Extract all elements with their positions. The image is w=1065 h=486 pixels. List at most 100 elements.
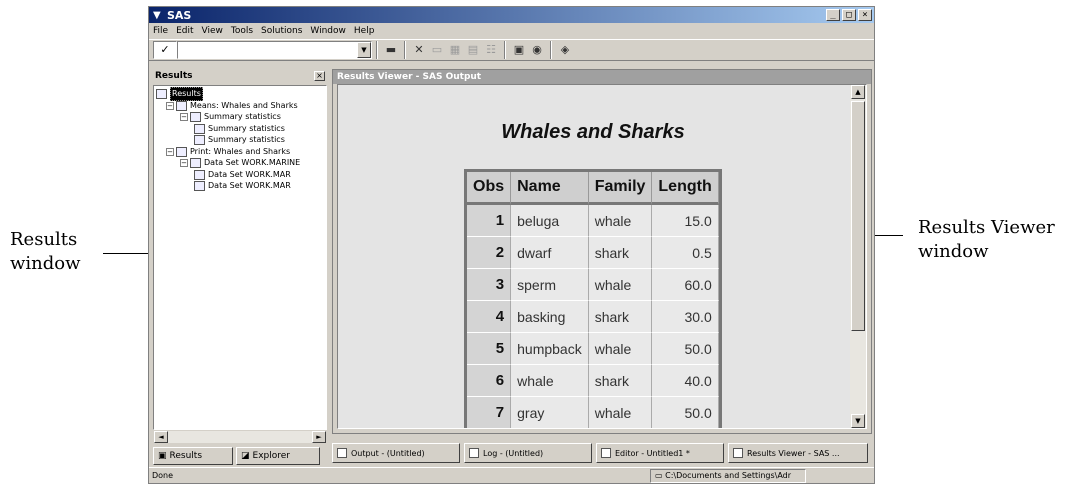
- menu-item-tools[interactable]: Tools: [231, 26, 253, 36]
- menu-item-window[interactable]: Window: [310, 26, 346, 36]
- scroll-left-icon[interactable]: ◄: [154, 431, 168, 443]
- table-cell: 2: [467, 237, 512, 269]
- table-cell: whale: [588, 397, 653, 428]
- scroll-right-icon[interactable]: ►: [312, 431, 326, 443]
- folder-icon: [190, 158, 201, 168]
- table-row: 6 whale shark 40.0: [467, 365, 719, 397]
- large-icons-icon[interactable]: ▦: [446, 41, 464, 59]
- tab-results[interactable]: ▣ Results: [153, 447, 233, 465]
- tree-item[interactable]: Data Set WORK.MAR: [194, 180, 291, 192]
- table-row: 4 basking shark 30.0: [467, 301, 719, 333]
- chevron-down-icon[interactable]: ▼: [357, 42, 371, 58]
- table-cell: 50.0: [652, 397, 719, 428]
- table-row: 1 beluga whale 15.0: [467, 205, 719, 237]
- tree-icon[interactable]: ▤: [464, 41, 482, 59]
- preview-icon[interactable]: ◉: [528, 41, 546, 59]
- tree-item[interactable]: Data Set WORK.MAR: [194, 169, 291, 181]
- table-row: 5 humpback whale 50.0: [467, 333, 719, 365]
- sas-window: ▼ SAS _ □ × File Edit View Tools Solutions Wi…: [148, 6, 875, 484]
- table-header-row: Obs Name Family Length: [467, 172, 719, 205]
- window-tab-label: Editor - Untitled1 *: [615, 448, 690, 458]
- toolbar-separator: [504, 41, 506, 59]
- title-bar[interactable]: ▼ SAS _ □ ×: [149, 7, 874, 23]
- window-tab-label: Output - (Untitled): [351, 448, 425, 458]
- output-page-icon: [194, 123, 205, 134]
- scroll-thumb[interactable]: [851, 101, 865, 331]
- tree-item[interactable]: Summary statistics: [194, 134, 285, 146]
- menu-item-file[interactable]: File: [153, 26, 168, 36]
- tree-item[interactable]: Results: [156, 87, 203, 101]
- delete-icon[interactable]: ✕: [410, 41, 428, 59]
- table-cell: 50.0: [652, 333, 719, 365]
- sas-logo-icon: ▼: [153, 9, 161, 21]
- scroll-up-icon[interactable]: ▲: [851, 85, 865, 99]
- collapse-icon[interactable]: −: [166, 101, 174, 110]
- table-cell: shark: [588, 237, 653, 269]
- close-button[interactable]: ×: [858, 9, 872, 21]
- menu-item-solutions[interactable]: Solutions: [261, 26, 302, 36]
- collapse-icon[interactable]: −: [166, 147, 174, 156]
- tree-item[interactable]: − Data Set WORK.MARINE: [180, 157, 300, 169]
- table-cell: whale: [588, 333, 653, 365]
- menu-item-help[interactable]: Help: [354, 26, 375, 36]
- tree-item[interactable]: − Summary statistics: [180, 111, 281, 123]
- folder-icon[interactable]: ▬: [382, 41, 400, 59]
- toolbar-separator: [550, 41, 552, 59]
- table-cell: 0.5: [652, 237, 719, 269]
- collapse-icon[interactable]: −: [180, 113, 188, 121]
- results-tree: Results − Means: Whales and Sharks − Summary…: [153, 85, 327, 430]
- results-viewer-window: Results Viewer - SAS Output Whales and S…: [332, 69, 872, 434]
- table-cell: beluga: [511, 205, 589, 237]
- results-pane-close-button[interactable]: ×: [314, 71, 325, 81]
- collapse-icon[interactable]: −: [180, 159, 188, 167]
- table-cell: 3: [467, 269, 512, 301]
- scroll-down-icon[interactable]: ▼: [851, 414, 865, 428]
- annotation-line1: Results Viewer: [918, 217, 1055, 238]
- table-cell: 1: [467, 205, 512, 237]
- horizontal-scrollbar[interactable]: ◄ ►: [153, 430, 327, 444]
- window-tab[interactable]: Output - (Untitled): [332, 443, 460, 463]
- tree-item[interactable]: − Means: Whales and Sharks: [166, 100, 298, 112]
- table-cell: whale: [588, 205, 653, 237]
- table-row: 3 sperm whale 60.0: [467, 269, 719, 301]
- status-path-text: C:\Documents and Settings\Adr: [665, 470, 792, 480]
- window-tab[interactable]: Log - (Untitled): [464, 443, 592, 463]
- tree-item[interactable]: − Print: Whales and Sharks: [166, 146, 290, 158]
- vertical-scrollbar[interactable]: ▲ ▼: [850, 85, 866, 428]
- menu-item-edit[interactable]: Edit: [176, 26, 193, 36]
- status-text: Done: [152, 471, 174, 480]
- tab-explorer-label: Explorer: [252, 451, 290, 461]
- viewer-title-bar[interactable]: Results Viewer - SAS Output: [333, 70, 871, 84]
- window-tabs: Output - (Untitled) Log - (Untitled) Edito…: [332, 443, 872, 465]
- table-cell: sperm: [511, 269, 589, 301]
- table-cell: 15.0: [652, 205, 719, 237]
- output-page-icon: [194, 181, 205, 191]
- annotation-line2: window: [10, 253, 81, 274]
- properties-icon[interactable]: ▭: [428, 41, 446, 59]
- help-icon[interactable]: ◈: [556, 41, 574, 59]
- details-icon[interactable]: ☷: [482, 41, 500, 59]
- annotation-line2: window: [918, 241, 989, 262]
- table-cell: 30.0: [652, 301, 719, 333]
- minimize-button[interactable]: _: [826, 9, 840, 21]
- menu-item-view[interactable]: View: [202, 26, 223, 36]
- column-header: Name: [511, 172, 589, 205]
- output-page-icon: [194, 169, 205, 180]
- toolbar: ✓ ▼ ▬ ✕ ▭ ▦ ▤ ☷ ▣ ◉ ◈: [149, 39, 874, 61]
- maximize-button[interactable]: □: [842, 9, 856, 21]
- table-cell: gray: [511, 397, 589, 428]
- menu-bar: File Edit View Tools Solutions Window Help: [149, 23, 874, 39]
- window-tab[interactable]: Results Viewer - SAS ...: [728, 443, 868, 463]
- tree-item[interactable]: Summary statistics: [194, 123, 285, 135]
- command-combo[interactable]: ▼: [177, 41, 372, 59]
- report-title: Whales and Sharks: [501, 121, 685, 143]
- tree-item-label: Data Set WORK.MAR: [208, 169, 291, 179]
- submit-check-button[interactable]: ✓: [153, 41, 177, 59]
- tree-item-label: Summary statistics: [204, 112, 281, 121]
- tab-explorer[interactable]: ◪ Explorer: [236, 447, 320, 465]
- table-cell: 60.0: [652, 269, 719, 301]
- window-tab[interactable]: Editor - Untitled1 *: [596, 443, 724, 463]
- results-icon[interactable]: ▣: [510, 41, 528, 59]
- table-cell: 5: [467, 333, 512, 365]
- document-icon: [733, 448, 743, 458]
